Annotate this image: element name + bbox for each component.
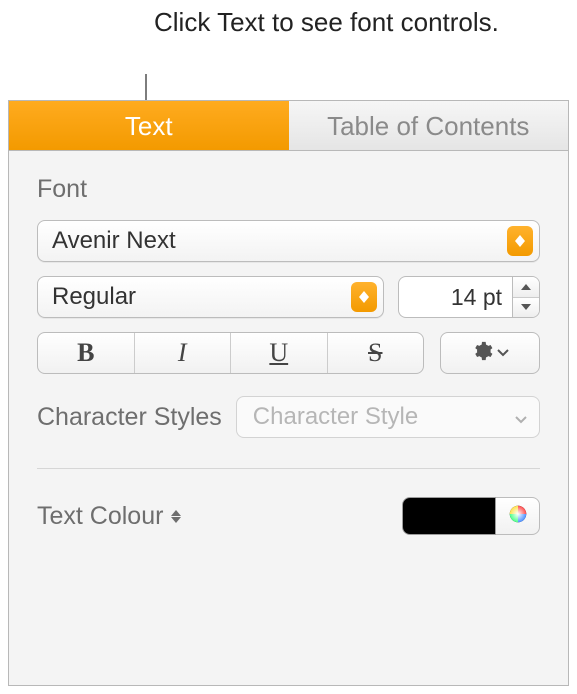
advanced-options-popup[interactable] bbox=[440, 332, 540, 374]
gear-icon bbox=[471, 340, 493, 367]
inspector-panel: Text Table of Contents Font Avenir Next … bbox=[8, 100, 569, 686]
tab-text[interactable]: Text bbox=[9, 101, 289, 150]
character-styles-placeholder: Character Style bbox=[253, 403, 418, 431]
text-colour-label: Text Colour bbox=[37, 502, 163, 531]
popup-arrows-icon bbox=[351, 282, 377, 312]
character-styles-label: Character Styles bbox=[37, 403, 222, 432]
font-size-stepper bbox=[512, 276, 540, 318]
underline-button[interactable]: U bbox=[231, 333, 328, 373]
bold-button[interactable]: B bbox=[38, 333, 135, 373]
character-styles-popup[interactable]: Character Style bbox=[236, 396, 540, 438]
inspector-tab-bar: Text Table of Contents bbox=[9, 101, 568, 151]
tab-table-of-contents[interactable]: Table of Contents bbox=[289, 101, 569, 150]
font-weight-value: Regular bbox=[52, 283, 136, 311]
text-colour-popup[interactable]: Text Colour bbox=[37, 502, 181, 531]
italic-button[interactable]: I bbox=[135, 333, 232, 373]
font-size-step-down[interactable] bbox=[513, 298, 539, 318]
font-section-label: Font bbox=[37, 175, 540, 204]
section-divider bbox=[37, 468, 540, 469]
chevron-down-icon bbox=[515, 403, 527, 431]
text-colour-swatch-group bbox=[402, 497, 540, 535]
font-weight-popup[interactable]: Regular bbox=[37, 276, 384, 318]
strikethrough-button[interactable]: S bbox=[328, 333, 424, 373]
popup-arrows-icon bbox=[507, 226, 533, 256]
underline-label: U bbox=[269, 338, 288, 368]
inspector-body: Font Avenir Next Regular 14 pt bbox=[9, 151, 568, 535]
font-family-value: Avenir Next bbox=[52, 227, 176, 255]
text-style-segmented: B I U S bbox=[37, 332, 424, 374]
popup-arrows-icon bbox=[171, 510, 181, 523]
font-size-group: 14 pt bbox=[398, 276, 540, 318]
font-size-field[interactable]: 14 pt bbox=[398, 276, 512, 318]
strikethrough-label: S bbox=[368, 338, 382, 368]
callout-text: Click Text to see font controls. bbox=[154, 6, 499, 39]
text-colour-swatch[interactable] bbox=[402, 497, 496, 535]
colour-wheel-icon bbox=[507, 503, 529, 530]
chevron-down-icon bbox=[497, 344, 509, 362]
font-family-popup[interactable]: Avenir Next bbox=[37, 220, 540, 262]
colour-wheel-button[interactable] bbox=[496, 497, 540, 535]
font-size-step-up[interactable] bbox=[513, 277, 539, 298]
